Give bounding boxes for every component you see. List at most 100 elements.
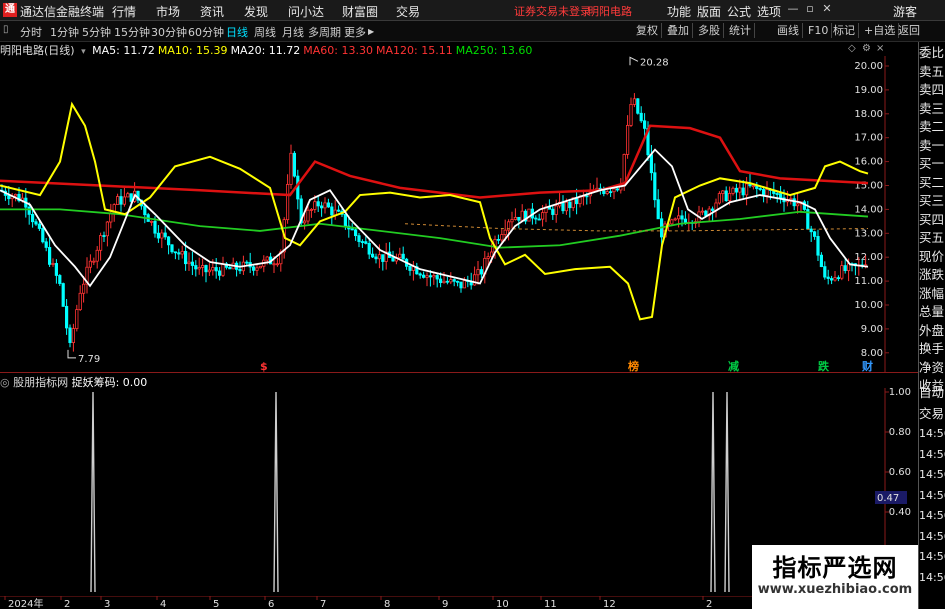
x-tick-label: 9: [442, 599, 448, 609]
sidebar-label: 涨幅: [919, 285, 945, 301]
price-tick-label: 19.00: [854, 85, 883, 96]
period-15min[interactable]: 15分钟: [114, 24, 150, 40]
menu-item-market[interactable]: 市场: [156, 3, 180, 20]
trade-time: 14:56: [919, 509, 945, 522]
back-button[interactable]: 返回: [895, 23, 923, 38]
auto-trade-label[interactable]: 自动: [919, 384, 945, 402]
candle-down: [762, 189, 766, 196]
candle-up: [731, 187, 735, 194]
period-daily[interactable]: 日线: [226, 24, 248, 40]
add-watchlist-button[interactable]: +自选: [861, 23, 900, 38]
login-notice[interactable]: 证券交易未登录: [514, 3, 591, 19]
candle-up: [564, 201, 569, 212]
candle-down: [534, 217, 538, 220]
diamond-icon[interactable]: ◇: [848, 43, 856, 54]
candle-up: [109, 212, 113, 223]
restore-icon[interactable]: ▫: [803, 2, 817, 16]
adjust-button[interactable]: 复权: [633, 23, 662, 38]
period-timeshare[interactable]: 分时: [20, 24, 42, 40]
candle-down: [438, 278, 443, 284]
candle-up: [207, 269, 211, 273]
f10-button[interactable]: F10: [805, 23, 833, 38]
formula-button[interactable]: 公式: [727, 3, 751, 20]
price-tick-label: 14.00: [854, 204, 883, 215]
candle-down: [228, 266, 232, 270]
candle-down: [336, 209, 341, 212]
candle-up: [200, 265, 205, 268]
multi-stock-button[interactable]: 多股: [695, 23, 724, 38]
candle-up: [197, 267, 201, 270]
menu-item-wealth[interactable]: 财富圈: [342, 3, 378, 20]
function-button[interactable]: 功能: [667, 3, 691, 20]
candle-up: [92, 260, 96, 263]
minimize-icon[interactable]: —: [786, 2, 800, 16]
candle-down: [568, 201, 572, 209]
menu-item-ask[interactable]: 问小达: [288, 3, 324, 20]
toolbar-toggle-icon[interactable]: ▯: [3, 24, 9, 35]
menu-item-quotes[interactable]: 行情: [112, 3, 136, 20]
candle-up: [71, 328, 75, 343]
candle-down: [61, 283, 65, 307]
period-60min[interactable]: 60分钟: [188, 24, 224, 40]
candle-down: [65, 305, 69, 329]
candle-down: [830, 278, 834, 281]
period-5min[interactable]: 5分钟: [82, 24, 111, 40]
candle-down: [194, 265, 198, 270]
period-multi[interactable]: 多周期: [308, 24, 341, 40]
close-chart-icon[interactable]: ×: [876, 43, 884, 54]
x-tick-label: 2024年: [8, 597, 43, 609]
x-tick-label: 4: [160, 599, 166, 609]
candle-up: [78, 292, 82, 311]
candle-down: [517, 216, 521, 221]
candle-down: [758, 188, 762, 190]
period-1min[interactable]: 1分钟: [50, 24, 79, 40]
x-tick-label: 10: [496, 599, 509, 609]
mark-button[interactable]: 标记: [830, 23, 859, 38]
overlay-button[interactable]: 叠加: [664, 23, 693, 38]
current-value-label: 0.47: [877, 493, 899, 504]
candle-up: [442, 280, 446, 284]
pane-divider[interactable]: [0, 372, 918, 373]
candle-down: [353, 229, 358, 237]
indicator-tick-label: 1.00: [889, 388, 911, 398]
candle-down: [326, 202, 331, 208]
candle-down: [374, 256, 378, 260]
candle-up: [258, 265, 263, 269]
candle-up: [670, 219, 674, 225]
candle-up: [323, 202, 327, 209]
period-30min[interactable]: 30分钟: [151, 24, 187, 40]
candle-down: [741, 187, 745, 196]
menu-item-news[interactable]: 资讯: [200, 3, 224, 20]
period-monthly[interactable]: 月线: [282, 24, 304, 40]
close-icon[interactable]: ✕: [820, 2, 834, 16]
sidebar-label: 买一: [919, 156, 945, 171]
candle-up: [289, 152, 293, 185]
candle-down: [843, 265, 847, 271]
candle-up: [605, 191, 609, 194]
candle-up: [462, 280, 467, 289]
candle-down: [551, 208, 555, 215]
candle-down: [401, 253, 405, 260]
layout-button[interactable]: 版面: [697, 3, 721, 20]
menu-item-discover[interactable]: 发现: [244, 3, 268, 20]
trade-time: 14:56: [919, 529, 945, 543]
candle-down: [102, 235, 106, 237]
options-button[interactable]: 选项: [757, 3, 781, 20]
candle-up: [272, 263, 276, 266]
candlestick-chart[interactable]: 20.0019.0018.0017.0016.0015.0014.0013.00…: [0, 56, 918, 372]
trade-time: 14:56: [919, 488, 945, 502]
candle-down: [496, 238, 501, 241]
settings-icon[interactable]: ⚙: [862, 43, 871, 54]
menu-item-trade[interactable]: 交易: [396, 3, 420, 20]
stats-button[interactable]: 统计: [726, 23, 755, 38]
candle-up: [527, 208, 531, 222]
candle-down: [418, 273, 422, 276]
guest-label[interactable]: 游客: [893, 3, 917, 20]
auto-trade-label[interactable]: 交易: [919, 405, 945, 423]
period-weekly[interactable]: 周线: [254, 24, 276, 40]
draw-line-button[interactable]: 画线: [774, 23, 803, 38]
indicator-tick-label: 0.80: [889, 427, 911, 438]
period-more[interactable]: 更多: [344, 24, 366, 40]
more-arrow-icon[interactable]: ▶: [368, 27, 374, 36]
candle-down: [643, 120, 647, 129]
